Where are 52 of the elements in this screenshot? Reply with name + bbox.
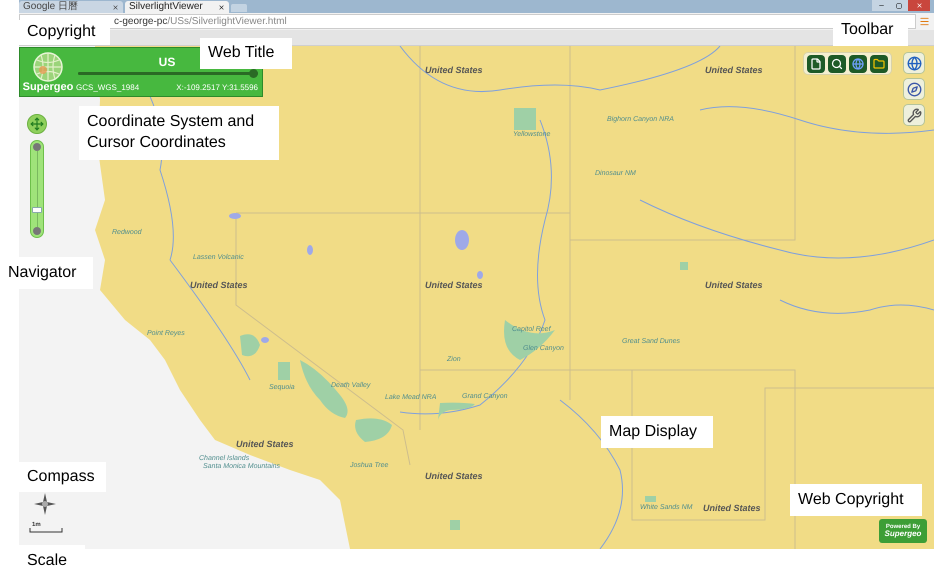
zoom-out-knob[interactable] <box>33 227 41 235</box>
map-label: United States <box>425 472 483 481</box>
brand-name: Supergeo <box>884 530 922 538</box>
globe-button[interactable] <box>903 52 925 74</box>
close-icon[interactable] <box>112 4 119 10</box>
web-title: US <box>158 56 176 68</box>
scale-bar <box>29 528 63 533</box>
map-label: United States <box>190 281 248 290</box>
pan-arrows-icon <box>30 117 44 131</box>
document-button[interactable] <box>807 54 825 72</box>
close-icon <box>916 2 922 9</box>
map-label: United States <box>705 66 763 75</box>
search-button[interactable] <box>828 54 846 72</box>
folder-button[interactable] <box>870 54 888 72</box>
minimize-icon <box>878 2 884 9</box>
close-icon[interactable] <box>218 4 225 10</box>
wrench-icon <box>906 108 922 122</box>
globe-logo-icon <box>33 52 63 82</box>
zoom-slider[interactable] <box>30 140 44 238</box>
slider-track[interactable] <box>78 69 258 78</box>
globe-icon <box>852 58 864 70</box>
annotation-label: Coordinate System and Cursor Coordinates <box>79 106 279 160</box>
annotation-label: Copyright <box>19 20 110 45</box>
maximize-button[interactable] <box>890 0 908 11</box>
slider-thumb[interactable] <box>249 69 258 78</box>
coordinate-system: GCS_WGS_1984 <box>76 84 140 92</box>
document-icon <box>810 58 822 70</box>
annotation-label: Web Copyright <box>790 484 922 516</box>
map-label: United States <box>703 504 761 513</box>
map-label: United States <box>705 281 763 290</box>
browser-tab[interactable]: SilverlightViewer <box>125 1 229 13</box>
map-label: United States <box>425 281 483 290</box>
zoom-in-knob[interactable] <box>33 143 41 151</box>
brand-name: Supergeo <box>22 82 74 92</box>
map-label: United States <box>236 440 294 449</box>
tools-button[interactable] <box>903 104 925 126</box>
zoom-thumb[interactable] <box>32 207 42 214</box>
map-label: United States <box>425 66 483 75</box>
search-icon <box>831 58 843 70</box>
annotation-label: Web Title <box>200 38 292 69</box>
compass-button[interactable] <box>903 78 925 100</box>
annotation-label: Compass <box>19 462 106 492</box>
cursor-coordinates: X:-109.2517 Y:31.5596 <box>176 84 258 92</box>
browser-tab[interactable]: Google 日曆 <box>19 1 123 13</box>
annotation-label: Map Display <box>601 416 713 448</box>
compass-icon <box>906 82 922 96</box>
globe-button[interactable] <box>849 54 867 72</box>
folder-icon <box>873 58 885 70</box>
compass-icon <box>34 493 56 515</box>
menu-icon[interactable] <box>919 16 930 27</box>
maximize-icon <box>896 2 902 8</box>
globe-icon <box>906 56 922 70</box>
